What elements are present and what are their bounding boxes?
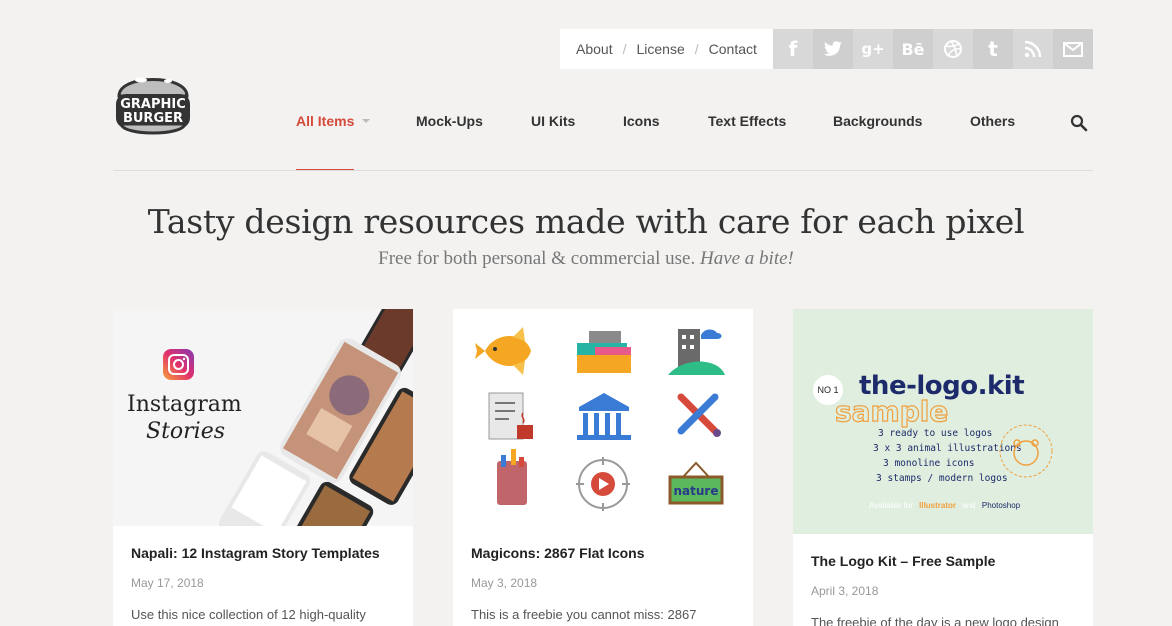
pencil-cup-icon bbox=[497, 449, 527, 505]
card-date: May 17, 2018 bbox=[131, 576, 204, 590]
fish-icon bbox=[475, 327, 531, 375]
nav-others[interactable]: Others bbox=[970, 113, 1015, 129]
card-description: The freebie of the day is a new logo des… bbox=[811, 615, 1059, 626]
tumblr-icon[interactable]: t bbox=[973, 29, 1013, 69]
dribbble-icon[interactable] bbox=[933, 29, 973, 69]
bear-stamp-icon bbox=[999, 424, 1053, 478]
top-bar: About / License / Contact f g+ Bē t bbox=[560, 29, 1093, 69]
facebook-icon[interactable]: f bbox=[773, 29, 813, 69]
nav-icons[interactable]: Icons bbox=[623, 113, 660, 129]
thumb-availability: Available for Illustrator and Photoshop bbox=[869, 501, 1020, 510]
twitter-icon[interactable] bbox=[813, 29, 853, 69]
top-links: About / License / Contact bbox=[560, 29, 773, 69]
bank-icon bbox=[577, 393, 631, 440]
badge-label: NO 1 bbox=[817, 385, 839, 395]
boxes-icon bbox=[577, 331, 631, 373]
target-play-icon bbox=[576, 457, 630, 511]
contact-link[interactable]: Contact bbox=[709, 41, 757, 57]
nav-ui-kits[interactable]: UI Kits bbox=[531, 113, 575, 129]
sign-text: nature bbox=[674, 484, 719, 498]
card-thumbnail[interactable]: Instagram Stories bbox=[113, 309, 413, 526]
about-link[interactable]: About bbox=[576, 41, 613, 57]
hero-headline: Tasty design resources made with care fo… bbox=[147, 202, 1025, 241]
google-plus-icon[interactable]: g+ bbox=[853, 29, 893, 69]
building-icon bbox=[668, 329, 725, 375]
resource-card[interactable]: Instagram Stories Napali: 12 Instagram S… bbox=[113, 309, 413, 626]
resource-card[interactable]: NO 1 sample the-logo.kit 3 ready to use … bbox=[793, 309, 1093, 626]
card-title[interactable]: Magicons: 2867 Flat Icons bbox=[471, 545, 645, 561]
logo-line1: GRAPHIC bbox=[120, 97, 186, 112]
nav-backgrounds[interactable]: Backgrounds bbox=[833, 113, 922, 129]
resource-card[interactable]: nature Magicons: 2867 Flat Icons May 3, … bbox=[453, 309, 753, 626]
hero-subtitle-emphasis: Have a bite! bbox=[699, 248, 794, 269]
nav-all-items-label: All Items bbox=[296, 113, 355, 129]
avail-text: Available for bbox=[869, 501, 913, 510]
main-nav: All Items Mock-Ups UI Kits Icons Text Ef… bbox=[0, 113, 1172, 133]
chevron-down-icon bbox=[362, 119, 371, 124]
nav-divider bbox=[113, 170, 1093, 171]
card-thumbnail[interactable]: NO 1 sample the-logo.kit 3 ready to use … bbox=[793, 309, 1093, 534]
nav-mockups[interactable]: Mock-Ups bbox=[416, 113, 483, 129]
license-link[interactable]: License bbox=[636, 41, 684, 57]
hero-subtitle: Free for both personal & commercial use.… bbox=[0, 248, 1172, 270]
separator: / bbox=[622, 41, 627, 57]
nav-text-effects[interactable]: Text Effects bbox=[708, 113, 786, 129]
tools-icon bbox=[677, 393, 721, 437]
avail-and: and bbox=[962, 501, 976, 510]
avail-photoshop: Photoshop bbox=[981, 501, 1021, 510]
thumb-title-line1: Instagram bbox=[127, 392, 242, 417]
card-description: Use this nice collection of 12 high-qual… bbox=[131, 607, 366, 622]
rss-icon[interactable] bbox=[1013, 29, 1053, 69]
thumb-title-line2: Stories bbox=[146, 419, 226, 444]
nav-all-items[interactable]: All Items bbox=[296, 113, 371, 129]
card-title[interactable]: The Logo Kit – Free Sample bbox=[811, 553, 995, 569]
thumb-brand: the-logo.kit bbox=[859, 371, 1025, 401]
card-date: May 3, 2018 bbox=[471, 576, 538, 590]
card-thumbnail[interactable]: nature bbox=[453, 309, 753, 526]
social-links: f g+ Bē t bbox=[773, 29, 1093, 69]
card-description: This is a freebie you cannot miss: 2867 bbox=[471, 607, 697, 622]
mail-icon[interactable] bbox=[1053, 29, 1093, 69]
separator: / bbox=[694, 41, 699, 57]
hero-subtitle-text: Free for both personal & commercial use. bbox=[378, 248, 696, 269]
search-icon[interactable] bbox=[1070, 114, 1088, 132]
card-date: April 3, 2018 bbox=[811, 584, 879, 598]
document-coffee-icon bbox=[488, 392, 533, 440]
behance-icon[interactable]: Bē bbox=[893, 29, 933, 69]
nature-sign-icon: nature bbox=[668, 461, 724, 505]
avail-illustrator: Illustrator bbox=[919, 501, 957, 510]
card-title[interactable]: Napali: 12 Instagram Story Templates bbox=[131, 545, 380, 561]
